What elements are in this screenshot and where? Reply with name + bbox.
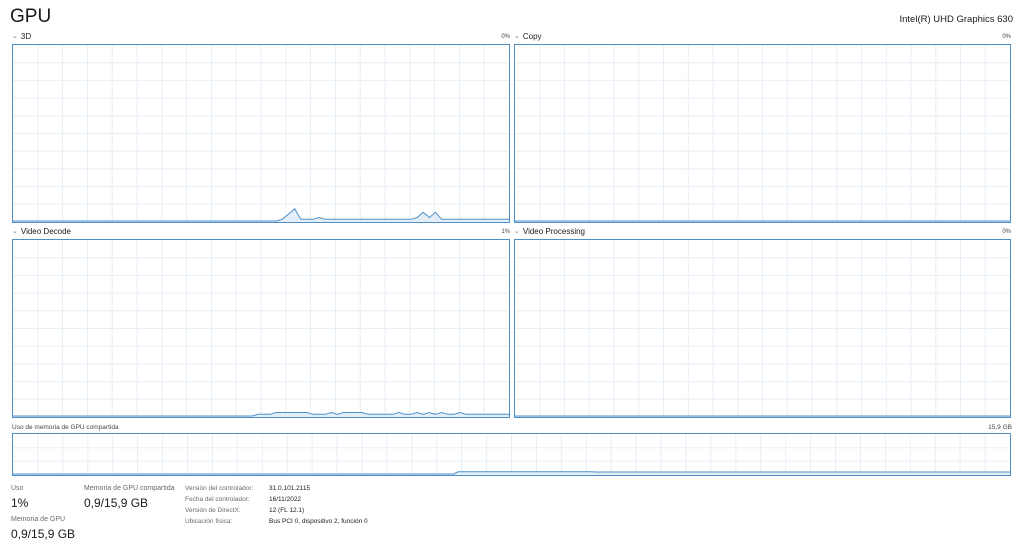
chevron-down-icon: ⌄ — [514, 33, 520, 40]
engine-label: 3D — [20, 32, 32, 41]
physical-location-label: Ubicación física: — [185, 518, 233, 525]
driver-date-value: 16/11/2022 — [269, 496, 302, 503]
graph-canvas — [13, 434, 1010, 475]
directx-version-value: 12 (FL 12.1) — [269, 507, 305, 514]
gpu-model-name: Intel(R) UHD Graphics 630 — [899, 14, 1013, 25]
directx-version-label: Versión de DirectX: — [185, 507, 241, 514]
engine-selector-video-decode[interactable]: ⌄ Video Decode — [12, 227, 71, 237]
gpu-memory-label: Memoria de GPU — [11, 516, 66, 523]
engine-max-percent: 0% — [501, 34, 510, 40]
engine-label: Video Processing — [522, 227, 585, 236]
chevron-down-icon: ⌄ — [12, 228, 18, 235]
shared-memory-max: 15,9 GB — [988, 424, 1012, 431]
engine-label: Copy — [522, 32, 542, 41]
graph-canvas — [515, 240, 1010, 417]
graph-canvas — [515, 45, 1010, 222]
engine-label: Video Decode — [20, 227, 71, 236]
engine-selector-copy[interactable]: ⌄ Copy — [514, 32, 542, 42]
page-title: GPU — [10, 6, 52, 27]
engine-graph-copy — [514, 44, 1011, 223]
usage-label: Uso — [11, 485, 24, 492]
chevron-down-icon: ⌄ — [12, 33, 18, 40]
driver-version-value: 31.0.101.2115 — [269, 485, 311, 492]
engine-graph-3d — [12, 44, 510, 223]
engine-max-percent: 0% — [1002, 34, 1011, 40]
engine-max-percent: 0% — [1002, 229, 1011, 235]
engine-graph-video-decode — [12, 239, 510, 418]
driver-date-label: Fecha del controlador: — [185, 496, 250, 503]
engine-selector-3d[interactable]: ⌄ 3D — [12, 32, 31, 42]
shared-memory-graph — [12, 433, 1011, 476]
graph-canvas — [13, 240, 509, 417]
physical-location-value: Bus PCI 0, dispositivo 2, función 0 — [269, 518, 368, 525]
usage-value: 1% — [11, 496, 29, 510]
shared-memory-label: Memoria de GPU compartida — [84, 485, 175, 492]
chevron-down-icon: ⌄ — [514, 228, 520, 235]
shared-memory-graph-label: Uso de memoria de GPU compartida — [12, 424, 119, 431]
driver-version-label: Versión del controlador: — [185, 485, 254, 492]
shared-memory-value: 0,9/15,9 GB — [84, 496, 149, 510]
engine-max-percent: 1% — [501, 229, 510, 235]
gpu-memory-value: 0,9/15,9 GB — [11, 527, 76, 541]
graph-canvas — [13, 45, 509, 222]
engine-selector-video-processing[interactable]: ⌄ Video Processing — [514, 227, 585, 237]
engine-graph-video-processing — [514, 239, 1011, 418]
